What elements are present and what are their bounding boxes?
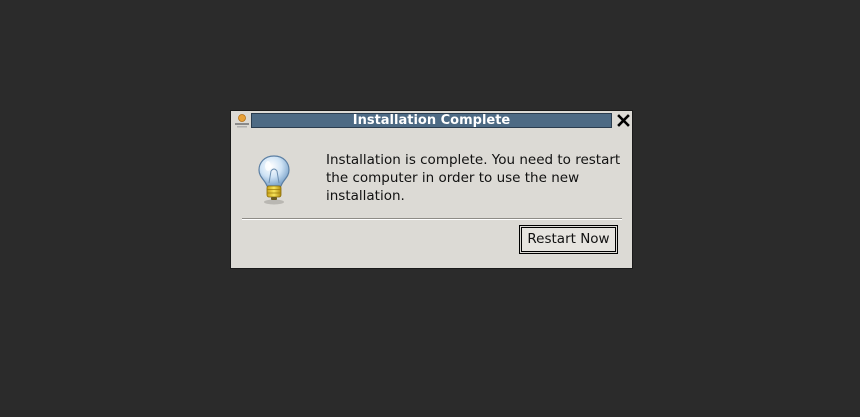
separator [242,218,622,220]
close-icon[interactable] [616,113,631,128]
lightbulb-icon [254,153,294,205]
dialog-message: Installation is complete. You need to re… [326,152,621,204]
dialog-titlebar[interactable]: Installation Complete [231,111,632,131]
restart-now-label: Restart Now [521,227,616,252]
app-logo-icon [234,113,250,129]
installation-complete-dialog: Installation Complete Installation is co… [230,110,633,269]
dialog-title: Installation Complete [251,113,612,128]
restart-now-button[interactable]: Restart Now [519,225,618,254]
desktop-background: Installation Complete Installation is co… [0,0,860,417]
